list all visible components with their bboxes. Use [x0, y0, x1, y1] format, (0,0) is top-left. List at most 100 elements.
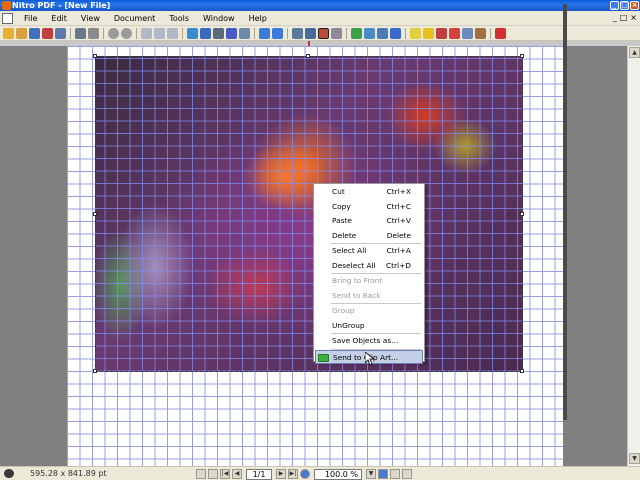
back-icon[interactable]	[108, 27, 119, 39]
new-file-icon[interactable]	[3, 27, 14, 39]
last-page-button[interactable]: ▶|	[288, 469, 298, 479]
menu-item-delete[interactable]: Delete Delete	[315, 229, 423, 244]
close-button[interactable]: ×	[630, 1, 639, 10]
bookmark-icon[interactable]	[377, 27, 388, 39]
scan-icon[interactable]	[88, 27, 99, 39]
open-folder-icon[interactable]	[16, 27, 27, 39]
menu-view[interactable]: View	[74, 14, 107, 23]
image-icon[interactable]	[351, 27, 362, 39]
doc-restore-button[interactable]: □	[620, 13, 628, 22]
select-icon[interactable]	[292, 27, 303, 39]
next-page-button[interactable]: ▶	[276, 469, 286, 479]
menu-document[interactable]: Document	[107, 14, 162, 23]
link-icon[interactable]	[364, 27, 375, 39]
menu-item-label: Copy	[332, 201, 351, 211]
menu-item-label: Select All	[332, 246, 367, 255]
scroll-down-button[interactable]: ▼	[629, 453, 640, 464]
resize-handle-bottom-right[interactable]	[520, 369, 524, 373]
fit-page-icon[interactable]	[390, 469, 400, 479]
doc-minimize-button[interactable]: _	[613, 13, 617, 22]
resize-handle-top-right[interactable]	[520, 54, 524, 58]
zoom-dropdown-icon[interactable]: ▼	[366, 469, 376, 479]
toolbar-separator	[70, 27, 71, 39]
fit-width-icon[interactable]	[378, 469, 388, 479]
menu-item-save-objects-as[interactable]: Save Objects as...	[315, 334, 423, 349]
edit-text-icon[interactable]	[305, 27, 316, 39]
edit-image-icon[interactable]	[318, 27, 329, 39]
menu-item-shortcut: Delete	[386, 230, 411, 240]
maximize-button[interactable]: □	[620, 1, 629, 10]
menu-item-label: Deselect All	[332, 260, 376, 270]
page-number-field[interactable]: 1/1	[246, 468, 272, 480]
crop-icon[interactable]	[239, 27, 250, 39]
paste-page-icon[interactable]	[154, 27, 165, 39]
zoom-out-icon[interactable]	[300, 469, 310, 479]
window-title: Nitro PDF - [New File]	[12, 1, 111, 10]
resize-handle-top-left[interactable]	[93, 54, 97, 58]
document-icon[interactable]	[2, 12, 13, 24]
menu-item-label: Group	[332, 306, 355, 315]
insert-page-icon[interactable]	[331, 27, 342, 39]
previous-page-button[interactable]: ◀	[232, 469, 242, 479]
continuous-view-icon[interactable]	[208, 469, 218, 479]
typewriter-icon[interactable]	[226, 27, 237, 39]
single-page-view-icon[interactable]	[196, 469, 206, 479]
line-icon[interactable]	[462, 27, 473, 39]
email-icon[interactable]	[55, 27, 66, 39]
text-box-icon[interactable]	[436, 27, 447, 39]
menu-item-copy[interactable]: Copy Ctrl+C	[315, 200, 423, 215]
menu-edit[interactable]: Edit	[44, 14, 74, 23]
scroll-up-button[interactable]: ▲	[629, 47, 640, 58]
hand-tool-icon[interactable]	[187, 27, 198, 39]
toolbar-separator	[136, 27, 137, 39]
zoom-level-field[interactable]: 100.0 %	[314, 468, 362, 480]
pencil-icon[interactable]	[449, 27, 460, 39]
text-select-icon[interactable]	[213, 27, 224, 39]
pen-icon[interactable]	[495, 27, 506, 39]
menu-file[interactable]: File	[17, 14, 44, 23]
menu-item-label: Paste	[332, 216, 352, 225]
toolbar-separator	[103, 27, 104, 39]
nitro-app-icon[interactable]	[2, 1, 11, 10]
menu-item-shortcut: Ctrl+D	[385, 260, 411, 270]
redo-icon[interactable]	[272, 27, 283, 39]
stamp-icon[interactable]	[475, 27, 486, 39]
menu-item-deselect-all[interactable]: Deselect All Ctrl+D	[315, 259, 423, 274]
menu-tools[interactable]: Tools	[162, 14, 196, 23]
copy-page-icon[interactable]	[141, 27, 152, 39]
print-icon[interactable]	[75, 27, 86, 39]
resize-handle-left[interactable]	[93, 212, 97, 216]
view-mode-icon[interactable]	[4, 469, 14, 478]
forward-icon[interactable]	[121, 27, 132, 39]
extract-icon[interactable]	[167, 27, 178, 39]
toolbar-separator	[182, 27, 183, 39]
actual-size-icon[interactable]	[402, 469, 412, 479]
highlight-icon[interactable]	[423, 27, 434, 39]
note-icon[interactable]	[410, 27, 421, 39]
toolbar-separator	[490, 27, 491, 39]
menu-item-label: Save Objects as...	[332, 336, 399, 345]
menu-help[interactable]: Help	[242, 14, 274, 23]
doc-close-button[interactable]: ×	[630, 13, 637, 22]
resize-handle-top[interactable]	[306, 54, 310, 58]
vertical-scrollbar[interactable]: ▲ ▼	[627, 46, 640, 466]
pdf-icon[interactable]	[42, 27, 53, 39]
attach-icon[interactable]	[390, 27, 401, 39]
minimize-button[interactable]: _	[610, 1, 619, 10]
menu-item-select-all[interactable]: Select All Ctrl+A	[315, 244, 423, 259]
menu-window[interactable]: Window	[196, 14, 242, 23]
document-window-controls: _ □ ×	[613, 13, 637, 22]
context-menu: Cut Ctrl+X Copy Ctrl+C Paste Ctrl+V Dele…	[313, 183, 425, 364]
undo-icon[interactable]	[259, 27, 270, 39]
resize-handle-bottom-left[interactable]	[93, 369, 97, 373]
save-icon[interactable]	[29, 27, 40, 39]
menu-item-paste[interactable]: Paste Ctrl+V	[315, 214, 423, 229]
menu-item-cut[interactable]: Cut Ctrl+X	[315, 185, 423, 200]
first-page-button[interactable]: |◀	[220, 469, 230, 479]
resize-handle-right[interactable]	[520, 212, 524, 216]
page-navigation: |◀ ◀ 1/1 ▶ ▶| 100.0 % ▼	[196, 468, 412, 480]
menu-item-ungroup[interactable]: UnGroup	[315, 319, 423, 334]
toolbar-separator	[405, 27, 406, 39]
menu-item-send-to-back: Send to Back	[315, 289, 423, 304]
zoom-icon[interactable]	[200, 27, 211, 39]
